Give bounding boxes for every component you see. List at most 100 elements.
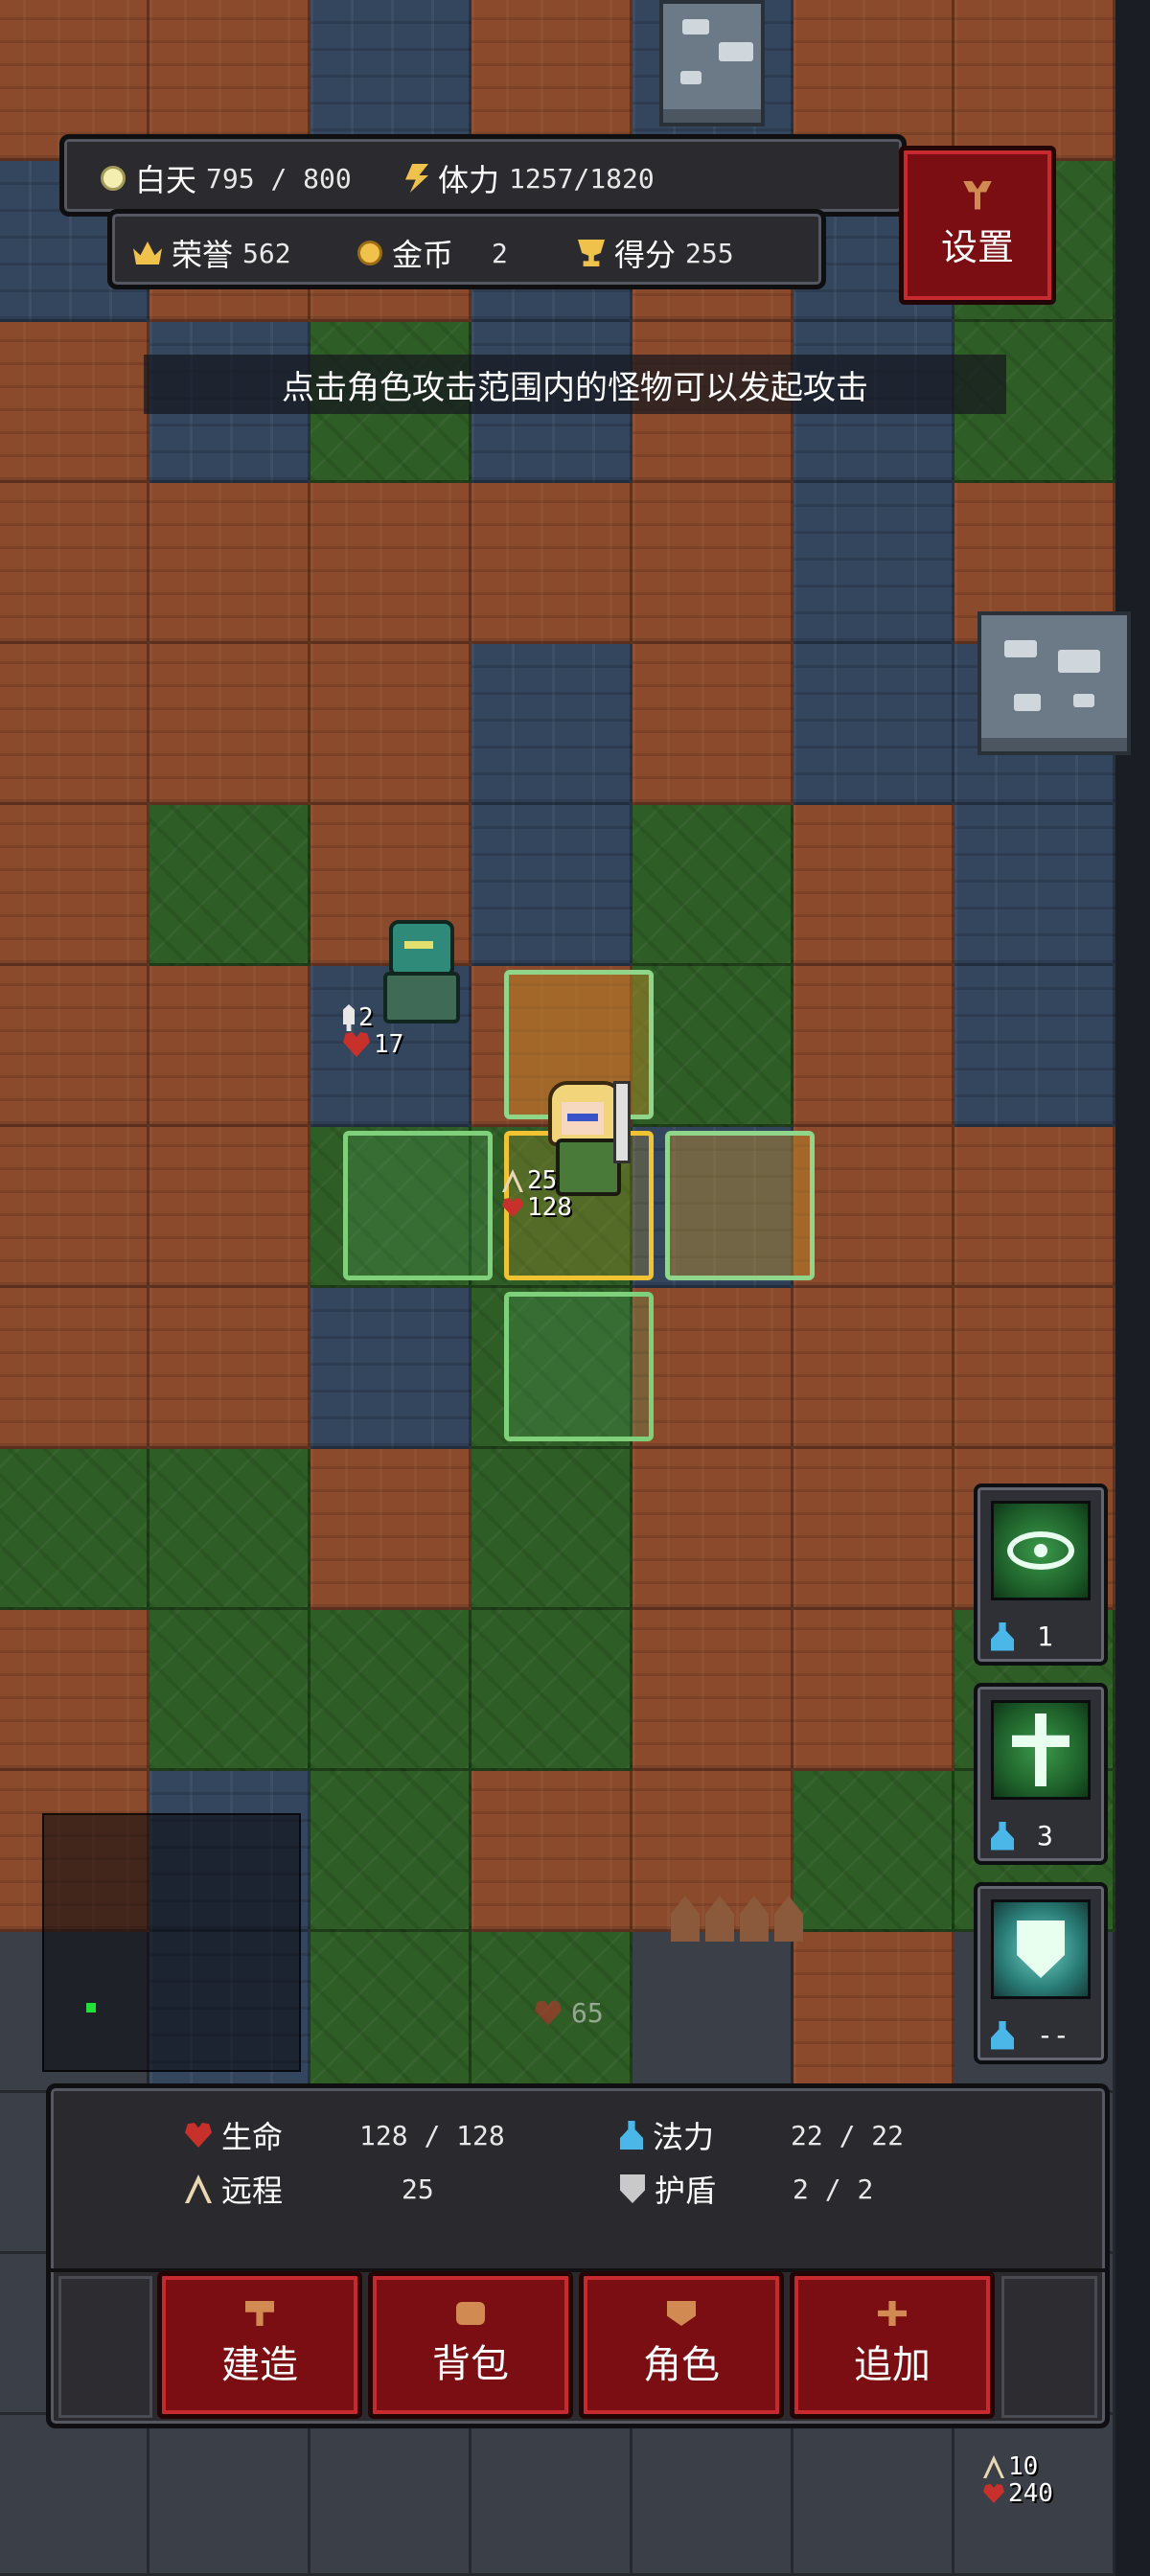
terrain-tile — [794, 2415, 954, 2576]
daytime-label: 白天 — [135, 162, 197, 198]
score-label: 得分 — [614, 237, 677, 273]
hp-value: 128 / 128 — [359, 2119, 505, 2151]
eye-skill-button[interactable]: 1 — [974, 1484, 1108, 1666]
move-range-tile[interactable] — [504, 1292, 654, 1441]
terrain-tile — [472, 1771, 632, 1932]
corner-unit-hp: 240 — [1008, 2479, 1053, 2508]
player-sword — [613, 1081, 631, 1163]
gold-value: 2 — [492, 237, 508, 269]
terrain-tile — [150, 483, 310, 644]
ranged-stat: 远程 25 — [185, 2167, 434, 2211]
corner-unit-stats: 10 240 — [983, 2453, 1053, 2507]
stamina-value: 1257/1820 — [509, 162, 655, 195]
heart-icon — [185, 2123, 212, 2148]
empty-slot-left — [58, 2276, 152, 2418]
mana-potion-icon — [991, 1622, 1014, 1651]
cross-skill-button[interactable]: 3 — [974, 1683, 1108, 1865]
mana-potion-icon — [991, 2020, 1014, 2050]
settings-label: 设置 — [940, 225, 1014, 268]
terrain-tile — [150, 966, 310, 1127]
terrain-tile — [150, 2415, 310, 2576]
spike-trap — [671, 1896, 803, 1942]
terrain-tile — [632, 805, 794, 966]
terrain-tile — [954, 805, 1116, 966]
character-button[interactable]: 角色 — [579, 2271, 784, 2419]
terrain-tile — [310, 644, 472, 805]
terrain-tile — [0, 1449, 150, 1610]
stamina-counter: 体力 1257/1820 — [405, 156, 655, 200]
stamina-label: 体力 — [438, 162, 500, 198]
hint-banner: 点击角色攻击范围内的怪物可以发起攻击 — [144, 355, 1006, 414]
empty-slot-right — [1001, 2276, 1097, 2418]
character-shield-icon — [667, 2301, 696, 2326]
mana-label: 法力 — [653, 2119, 715, 2155]
crown-icon — [133, 242, 162, 264]
add-button[interactable]: 追加 — [790, 2271, 995, 2419]
hint-text: 点击角色攻击范围内的怪物可以发起攻击 — [282, 368, 868, 407]
terrain-tile — [794, 1610, 954, 1771]
shield-icon — [1017, 1920, 1065, 1978]
shield-label: 护盾 — [655, 2173, 717, 2209]
wrench-icon — [963, 180, 992, 210]
daytime-value: 795 / 800 — [206, 162, 352, 195]
mana-value: 22 / 22 — [791, 2119, 905, 2151]
build-button[interactable]: 建造 — [157, 2271, 362, 2419]
terrain-tile — [310, 483, 472, 644]
hammer-icon — [245, 2301, 274, 2326]
terrain-tile — [794, 1932, 954, 2093]
terrain-tile — [632, 966, 794, 1127]
bag-button[interactable]: 背包 — [368, 2271, 573, 2419]
player-hp: 128 — [527, 1193, 572, 1222]
player-eyes — [567, 1114, 598, 1121]
terrain-tile — [954, 1288, 1116, 1449]
terrain-tile — [472, 805, 632, 966]
terrain-tile — [0, 322, 150, 483]
terrain-tile — [632, 1449, 794, 1610]
mana-potion-icon — [991, 1821, 1014, 1851]
terrain-tile — [472, 483, 632, 644]
minimap[interactable] — [42, 1813, 301, 2072]
player-stats: 25 128 — [502, 1167, 572, 1221]
player-attack: 25 — [527, 1166, 558, 1195]
terrain-tile — [472, 644, 632, 805]
shield-icon — [620, 2174, 645, 2203]
hp-label: 生命 — [221, 2119, 284, 2155]
holy-cross-icon — [1012, 1714, 1070, 1786]
terrain-tile — [794, 644, 954, 805]
terrain-tile — [472, 1449, 632, 1610]
skill-cost-value: 1 — [1037, 1621, 1053, 1652]
skill-cost-value: 3 — [1037, 1820, 1053, 1852]
gold-counter: 金币 2 — [357, 231, 508, 275]
daytime-counter: 白天 795 / 800 — [101, 156, 352, 200]
terrain-tile — [954, 966, 1116, 1127]
terrain-tile — [150, 1127, 310, 1288]
character-label: 角色 — [643, 2343, 720, 2387]
ranged-label: 远程 — [221, 2173, 284, 2209]
honor-counter: 荣誉 562 — [133, 231, 291, 275]
terrain-tile — [472, 1610, 632, 1771]
score-panel: 荣誉 562 金币 2 得分 255 — [107, 209, 826, 289]
terrain-tile — [0, 483, 150, 644]
attack-range-tile[interactable] — [665, 1131, 815, 1280]
terrain-tile — [0, 1127, 150, 1288]
enemy-attack: 2 — [358, 1003, 374, 1032]
terrain-tile — [632, 2415, 794, 2576]
terrain-tile — [310, 1932, 472, 2093]
eye-icon — [1007, 1531, 1074, 1570]
terrain-tile — [150, 1288, 310, 1449]
plus-icon — [878, 2301, 907, 2326]
terrain-tile — [794, 966, 954, 1127]
shield-skill-button[interactable]: -- — [974, 1882, 1108, 2064]
terrain-tile — [150, 644, 310, 805]
terrain-tile — [310, 2415, 472, 2576]
move-range-tile[interactable] — [343, 1131, 493, 1280]
enemy-stats: 2 17 — [343, 1004, 403, 1058]
bag-label: 背包 — [432, 2342, 509, 2386]
rock-obstacle — [659, 0, 765, 126]
sun-icon — [101, 166, 126, 191]
enemy-hp: 17 — [374, 1030, 404, 1059]
settings-button[interactable]: 设置 — [899, 146, 1056, 305]
score-counter: 得分 255 — [578, 231, 734, 275]
add-label: 追加 — [854, 2343, 931, 2387]
skill-face — [991, 1700, 1091, 1800]
